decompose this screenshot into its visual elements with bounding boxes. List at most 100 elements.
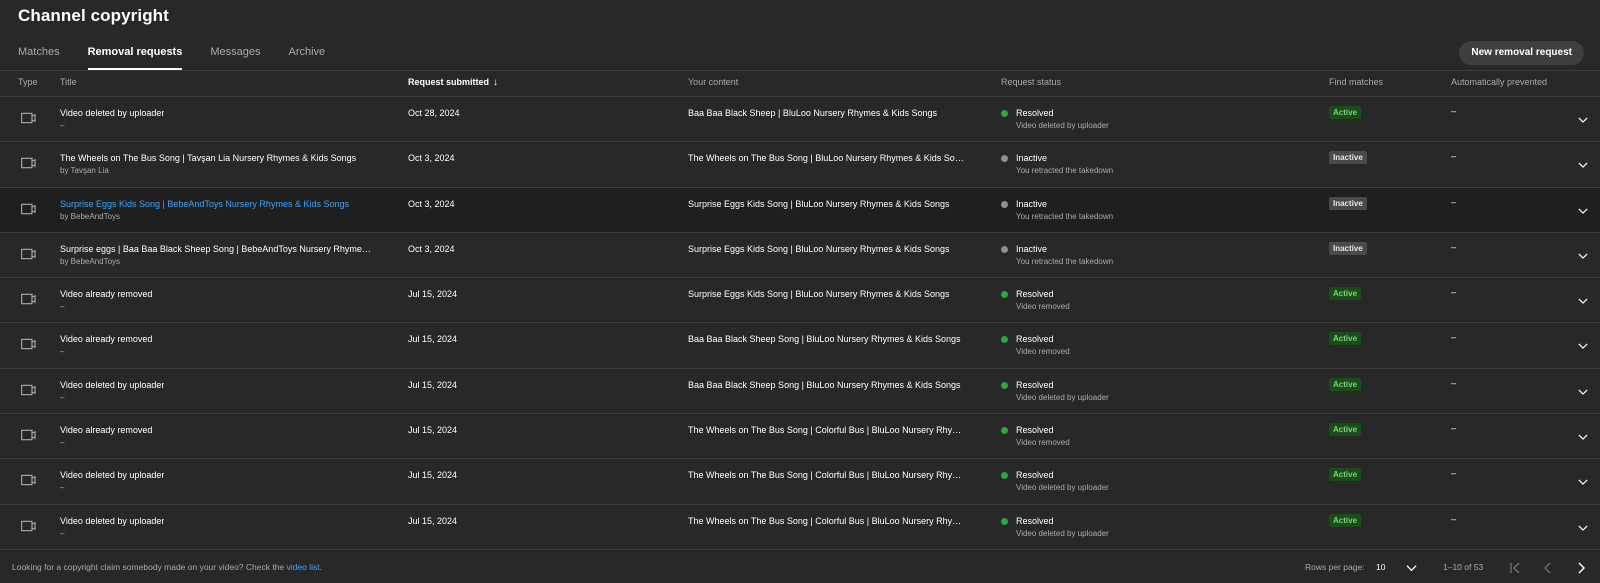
table-row[interactable]: Video deleted by uploader – Jul 15, 2024 Th… — [0, 459, 1600, 505]
table-row[interactable]: Surprise Eggs Kids Song | BebeAndToys Nu… — [0, 187, 1600, 233]
table-row[interactable]: The Wheels on The Bus Song | Tavşan Lia … — [0, 142, 1600, 188]
find-matches-badge: Active — [1329, 287, 1362, 301]
row-subtitle: – — [60, 483, 65, 493]
row-status-detail: You retracted the takedown — [1016, 256, 1114, 266]
row-request-date: Jul 15, 2024 — [408, 470, 458, 481]
row-subtitle: – — [60, 347, 65, 357]
new-removal-request-button[interactable]: New removal request — [1459, 41, 1584, 65]
table-row[interactable]: Video already removed – Jul 15, 2024 The Wh… — [0, 414, 1600, 460]
tab-messages[interactable]: Messages — [210, 40, 260, 70]
find-matches-badge: Active — [1329, 513, 1362, 527]
table-row[interactable]: Video deleted by uploader – Jul 15, 2024 Ba… — [0, 369, 1600, 415]
status-dot-icon — [1001, 517, 1008, 525]
row-your-content: Baa Baa Black Sheep Song | BluLoo Nurser… — [688, 334, 961, 345]
row-title: Video already removed — [60, 334, 153, 345]
table-row[interactable]: Video deleted by uploader – Oct 28, 2024 Ba… — [0, 97, 1600, 143]
row-status: Resolved — [1016, 289, 1054, 300]
chevron-down-icon[interactable] — [1406, 564, 1417, 572]
row-your-content: The Wheels on The Bus Song | Colorful Bu… — [688, 425, 968, 436]
row-status-detail: You retracted the takedown — [1016, 211, 1114, 221]
row-title[interactable]: Surprise Eggs Kids Song | BebeAndToys Nu… — [60, 199, 349, 209]
row-request-date: Oct 3, 2024 — [408, 153, 455, 164]
video-icon — [21, 429, 36, 441]
video-icon — [21, 384, 36, 396]
table-row[interactable]: Video already removed – Jul 15, 2024 Baa Ba… — [0, 323, 1600, 369]
first-page-icon[interactable] — [1508, 561, 1522, 575]
video-icon — [21, 475, 36, 486]
rows-per-page-select[interactable]: 10 — [1376, 562, 1385, 572]
row-request-date: Oct 3, 2024 — [408, 243, 455, 254]
tab-removal-requests[interactable]: Removal requests — [87, 40, 182, 70]
chevron-down-icon[interactable] — [1578, 115, 1588, 125]
row-subtitle: by BebeAndToys — [60, 256, 121, 266]
footer-note: Looking for a copyright claim somebody m… — [12, 562, 322, 572]
status-dot-icon — [1001, 427, 1008, 435]
find-matches-badge: Inactive — [1329, 241, 1367, 255]
row-automatically-prevented: – — [1451, 241, 1457, 252]
row-subtitle: – — [60, 438, 65, 448]
find-matches-badge: Active — [1329, 332, 1362, 346]
row-your-content: The Wheels on The Bus Song | Colorful Bu… — [688, 515, 968, 526]
row-status: Resolved — [1016, 425, 1054, 436]
table-body: Video deleted by uploader – Oct 28, 2024 Ba… — [0, 97, 1600, 550]
status-dot-icon — [1001, 472, 1008, 480]
chevron-down-icon[interactable] — [1578, 341, 1588, 351]
chevron-down-icon[interactable] — [1578, 296, 1588, 306]
table-row[interactable]: Video deleted by uploader – Jul 15, 2024 Th… — [0, 505, 1600, 550]
status-dot-icon — [1001, 381, 1008, 389]
chevron-down-icon[interactable] — [1578, 206, 1588, 216]
row-your-content: Baa Baa Black Sheep Song | BluLoo Nurser… — [688, 379, 961, 390]
tab-bar: Matches Removal requests Messages Archiv… — [18, 40, 353, 70]
column-header-request-submitted[interactable]: Request submitted ↓ — [408, 71, 498, 96]
column-header-your-content: Your content — [688, 77, 739, 87]
row-subtitle: – — [60, 392, 65, 402]
video-icon — [21, 158, 36, 169]
row-title: Surprise eggs | Baa Baa Black Sheep Song… — [60, 243, 375, 254]
chevron-down-icon[interactable] — [1578, 477, 1588, 487]
find-matches-badge: Active — [1329, 423, 1362, 437]
page-title: Channel copyright — [18, 6, 169, 25]
row-subtitle: – — [60, 302, 65, 312]
row-request-date: Oct 3, 2024 — [408, 198, 455, 209]
previous-page-icon[interactable] — [1541, 561, 1555, 575]
row-subtitle: by BebeAndToys — [60, 211, 121, 221]
table-footer: Looking for a copyright claim somebody m… — [0, 556, 1600, 583]
video-list-link[interactable]: video list — [287, 562, 320, 572]
tab-archive[interactable]: Archive — [288, 40, 325, 70]
row-request-date: Jul 15, 2024 — [408, 425, 458, 436]
chevron-down-icon[interactable] — [1578, 251, 1588, 261]
chevron-down-icon[interactable] — [1578, 432, 1588, 442]
row-request-date: Jul 15, 2024 — [408, 289, 458, 300]
row-status-detail: Video deleted by uploader — [1016, 528, 1109, 538]
row-automatically-prevented: – — [1451, 196, 1457, 207]
chevron-down-icon[interactable] — [1578, 523, 1588, 533]
row-status-detail: Video deleted by uploader — [1016, 121, 1109, 130]
row-request-date: Oct 28, 2024 — [408, 108, 460, 118]
row-your-content[interactable]: Surprise Eggs Kids Song | BluLoo Nursery… — [688, 199, 949, 209]
row-subtitle: by Tavşan Lia — [60, 166, 109, 176]
video-icon — [21, 248, 36, 260]
row-your-content: Surprise Eggs Kids Song | BluLoo Nursery… — [688, 243, 950, 254]
row-subtitle: – — [60, 528, 65, 538]
row-request-date: Jul 15, 2024 — [408, 334, 458, 345]
row-request-date: Jul 15, 2024 — [408, 515, 458, 526]
chevron-down-icon[interactable] — [1578, 160, 1588, 170]
table-row[interactable]: Video already removed – Jul 15, 2024 Surpri… — [0, 278, 1600, 324]
row-automatically-prevented: – — [1451, 151, 1457, 162]
chevron-down-icon[interactable] — [1578, 387, 1588, 397]
row-your-content: Baa Baa Black Sheep | BluLoo Nursery Rhy… — [688, 108, 937, 118]
next-page-icon[interactable] — [1574, 561, 1588, 575]
row-status: Resolved — [1016, 108, 1054, 118]
tab-matches[interactable]: Matches — [18, 40, 60, 70]
video-icon — [21, 293, 36, 305]
row-status: Inactive — [1016, 153, 1048, 164]
row-request-date: Jul 15, 2024 — [408, 379, 458, 390]
status-dot-icon — [1001, 110, 1008, 117]
row-status: Resolved — [1016, 470, 1054, 481]
table-row[interactable]: Surprise eggs | Baa Baa Black Sheep Song… — [0, 233, 1600, 279]
status-dot-icon — [1001, 336, 1008, 344]
row-automatically-prevented: – — [1451, 106, 1457, 116]
find-matches-badge: Active — [1329, 468, 1362, 482]
row-automatically-prevented: – — [1451, 287, 1457, 298]
status-dot-icon — [1001, 291, 1008, 299]
